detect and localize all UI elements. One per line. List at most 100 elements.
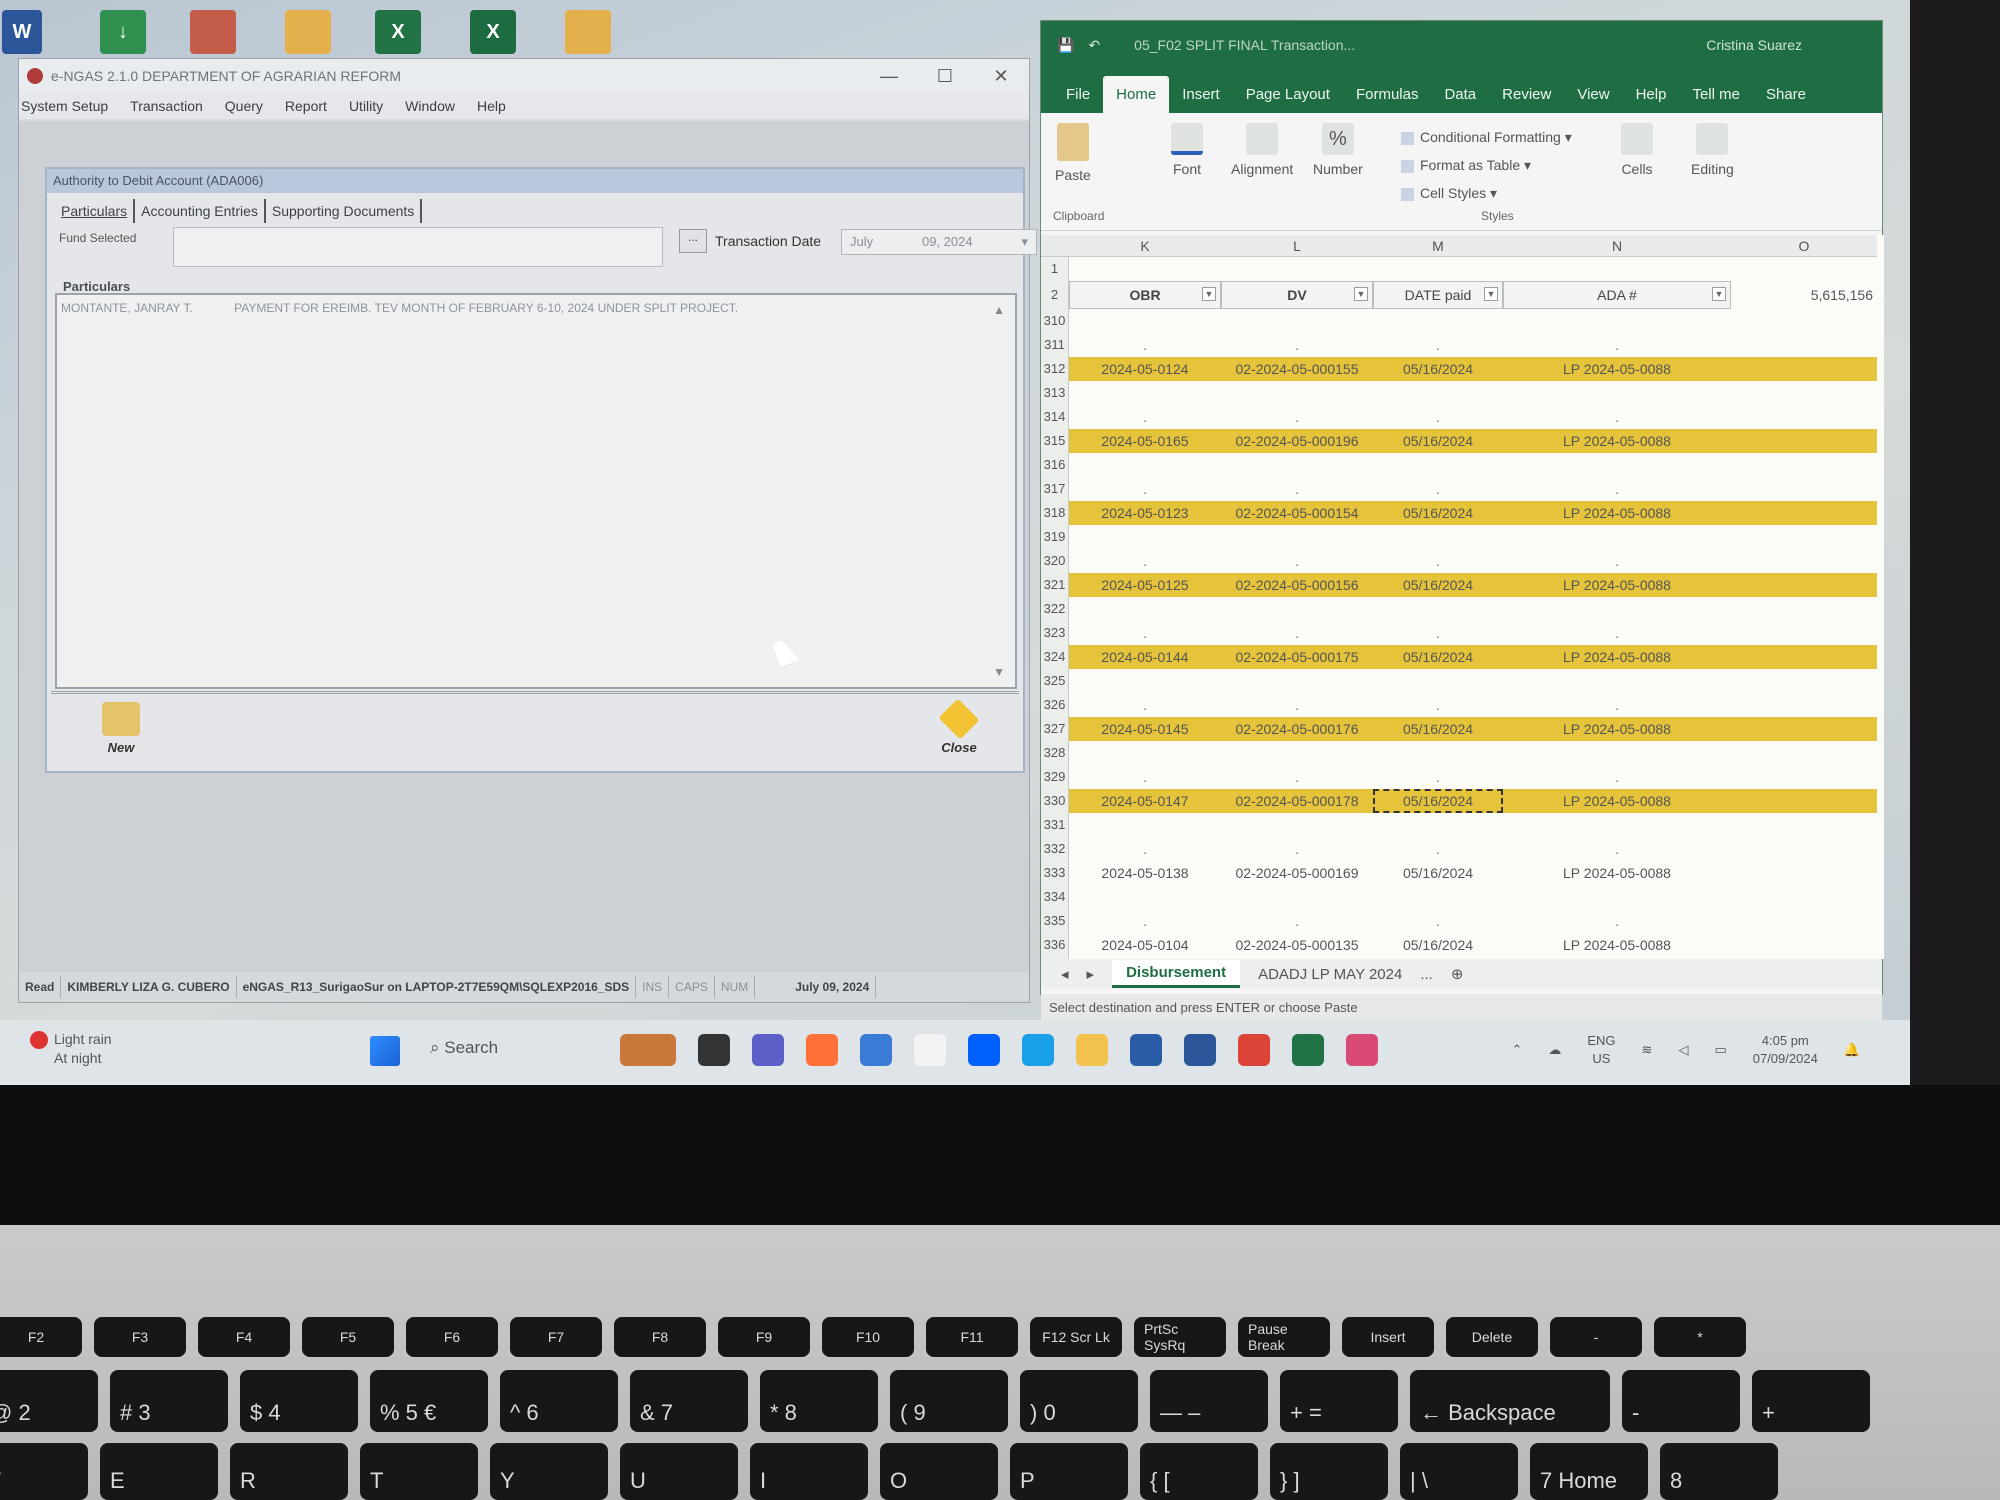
fund-lookup-button[interactable]: ... bbox=[679, 229, 707, 253]
editing-button[interactable]: Editing bbox=[1691, 123, 1734, 177]
fund-selected-field[interactable] bbox=[173, 227, 663, 267]
filter-dropdown-icon[interactable]: ▼ bbox=[1202, 287, 1216, 301]
cell-m[interactable]: . bbox=[1373, 693, 1503, 717]
cell-m[interactable]: 05/16/2024 bbox=[1373, 861, 1503, 885]
chevron-down-icon[interactable]: ▾ bbox=[1021, 234, 1028, 250]
cell-k[interactable]: 2024-05-0125 bbox=[1069, 573, 1221, 597]
tab-formulas[interactable]: Formulas bbox=[1343, 76, 1432, 113]
menu-help[interactable]: Help bbox=[477, 98, 506, 114]
cell-l[interactable]: . bbox=[1221, 765, 1373, 789]
row-header[interactable]: 336 bbox=[1041, 933, 1069, 957]
cell-k[interactable]: . bbox=[1069, 693, 1221, 717]
close-icon[interactable]: ✕ bbox=[973, 66, 1029, 87]
tab-file[interactable]: File bbox=[1053, 76, 1103, 113]
cell-l[interactable]: 02-2024-05-000155 bbox=[1221, 357, 1373, 381]
download-desktop-icon[interactable]: ↓ bbox=[100, 10, 146, 54]
folder-desktop-icon-2[interactable] bbox=[565, 10, 611, 54]
chrome-icon[interactable] bbox=[1238, 1034, 1270, 1066]
row-header[interactable]: 314 bbox=[1041, 405, 1069, 429]
row-header[interactable]: 329 bbox=[1041, 765, 1069, 789]
row-header[interactable]: 311 bbox=[1041, 333, 1069, 357]
row-header[interactable]: 331 bbox=[1041, 813, 1069, 837]
save-icon[interactable]: 💾 bbox=[1057, 37, 1074, 54]
task-view-icon[interactable] bbox=[698, 1034, 730, 1066]
amazon-icon[interactable] bbox=[914, 1034, 946, 1066]
cell-n[interactable]: . bbox=[1503, 549, 1731, 573]
row-header[interactable]: 316 bbox=[1041, 453, 1069, 477]
row-header-2[interactable]: 2 bbox=[1041, 281, 1069, 309]
row-header[interactable]: 328 bbox=[1041, 741, 1069, 765]
cell-l[interactable]: . bbox=[1221, 909, 1373, 933]
cell-m[interactable]: 05/16/2024 bbox=[1373, 717, 1503, 741]
tell-me-search[interactable]: Tell me bbox=[1679, 76, 1753, 113]
excel-desktop-icon[interactable]: X bbox=[375, 10, 421, 54]
cell-n[interactable]: . bbox=[1503, 837, 1731, 861]
tab-accounting-entries[interactable]: Accounting Entries bbox=[135, 199, 266, 223]
cell-m[interactable]: 05/16/2024 bbox=[1373, 933, 1503, 957]
row-header[interactable]: 335 bbox=[1041, 909, 1069, 933]
cell-l[interactable]: 02-2024-05-000176 bbox=[1221, 717, 1373, 741]
cell-m[interactable]: . bbox=[1373, 549, 1503, 573]
tab-home[interactable]: Home bbox=[1103, 76, 1170, 113]
row-header[interactable]: 330 bbox=[1041, 789, 1069, 813]
row-header[interactable]: 319 bbox=[1041, 525, 1069, 549]
cell-k[interactable]: 2024-05-0165 bbox=[1069, 429, 1221, 453]
row-header[interactable]: 333 bbox=[1041, 861, 1069, 885]
tab-help[interactable]: Help bbox=[1623, 76, 1680, 113]
row-header-1[interactable]: 1 bbox=[1041, 257, 1069, 281]
excel-desktop-icon-2[interactable]: X bbox=[470, 10, 516, 54]
cell-n[interactable]: LP 2024-05-0088 bbox=[1503, 357, 1731, 381]
tab-view[interactable]: View bbox=[1564, 76, 1622, 113]
menu-query[interactable]: Query bbox=[225, 98, 263, 114]
cell-k[interactable]: . bbox=[1069, 837, 1221, 861]
cell-m[interactable]: . bbox=[1373, 765, 1503, 789]
cell-k[interactable]: 2024-05-0147 bbox=[1069, 789, 1221, 813]
taskbar-search[interactable]: ⌕ Search bbox=[430, 1038, 498, 1058]
sheet-tab-disbursement[interactable]: Disbursement bbox=[1112, 960, 1241, 988]
word-desktop-icon[interactable]: W bbox=[2, 10, 42, 54]
cell-k[interactable]: 2024-05-0124 bbox=[1069, 357, 1221, 381]
battery-icon[interactable]: ▭ bbox=[1714, 1041, 1726, 1059]
scroll-up-icon[interactable]: ▲ bbox=[993, 303, 1005, 317]
cell-l[interactable]: 02-2024-05-000135 bbox=[1221, 933, 1373, 957]
tray-overflow-icon[interactable]: ⌃ bbox=[1511, 1041, 1522, 1059]
row-header[interactable]: 324 bbox=[1041, 645, 1069, 669]
cell-l[interactable]: . bbox=[1221, 477, 1373, 501]
header-ada[interactable]: ADA # ▼ bbox=[1503, 281, 1731, 309]
row-header[interactable]: 318 bbox=[1041, 501, 1069, 525]
word-icon[interactable] bbox=[1184, 1034, 1216, 1066]
cell-k[interactable]: . bbox=[1069, 765, 1221, 789]
select-all-corner[interactable] bbox=[1041, 235, 1069, 257]
cell-k[interactable]: 2024-05-0144 bbox=[1069, 645, 1221, 669]
cell-m[interactable]: 05/16/2024 bbox=[1373, 357, 1503, 381]
transaction-date-picker[interactable]: July 09, 2024 ▾ bbox=[841, 229, 1037, 255]
cell-k[interactable]: 2024-05-0123 bbox=[1069, 501, 1221, 525]
header-date-paid[interactable]: DATE paid ▼ bbox=[1373, 281, 1503, 309]
windows-start-icon[interactable] bbox=[370, 1036, 400, 1066]
header-dv[interactable]: DV ▼ bbox=[1221, 281, 1373, 309]
cell-k[interactable]: . bbox=[1069, 621, 1221, 645]
sheet-tab-more[interactable]: ... bbox=[1420, 966, 1433, 983]
sheet-nav-prev-icon[interactable]: ◂ bbox=[1061, 965, 1069, 983]
cell-m[interactable]: 05/16/2024 bbox=[1373, 645, 1503, 669]
cell-n[interactable]: LP 2024-05-0088 bbox=[1503, 573, 1731, 597]
row-header[interactable]: 334 bbox=[1041, 885, 1069, 909]
cell-m[interactable]: . bbox=[1373, 333, 1503, 357]
folder-desktop-icon[interactable] bbox=[285, 10, 331, 54]
number-button[interactable]: % Number bbox=[1313, 123, 1363, 177]
row-header[interactable]: 321 bbox=[1041, 573, 1069, 597]
cell-l[interactable]: . bbox=[1221, 621, 1373, 645]
col-header-l[interactable]: L bbox=[1221, 235, 1373, 257]
cell-n[interactable]: LP 2024-05-0088 bbox=[1503, 717, 1731, 741]
format-as-table-button[interactable]: Format as Table ▾ bbox=[1401, 151, 1572, 179]
conditional-formatting-button[interactable]: Conditional Formatting ▾ bbox=[1401, 123, 1572, 151]
undo-icon[interactable]: ↶ bbox=[1088, 37, 1100, 54]
font-button[interactable]: Font bbox=[1171, 123, 1203, 177]
row-header[interactable]: 320 bbox=[1041, 549, 1069, 573]
tab-particulars[interactable]: Particulars bbox=[55, 199, 136, 223]
cell-l[interactable]: 02-2024-05-000178 bbox=[1221, 789, 1373, 813]
worksheet-grid[interactable]: K L M N O 1 2 OBR ▼ DV ▼ DATE paid ▼ ADA # ▼… bbox=[1041, 235, 1884, 959]
cell-l[interactable]: . bbox=[1221, 693, 1373, 717]
share-button[interactable]: Share bbox=[1753, 76, 1819, 113]
tab-data[interactable]: Data bbox=[1431, 76, 1489, 113]
